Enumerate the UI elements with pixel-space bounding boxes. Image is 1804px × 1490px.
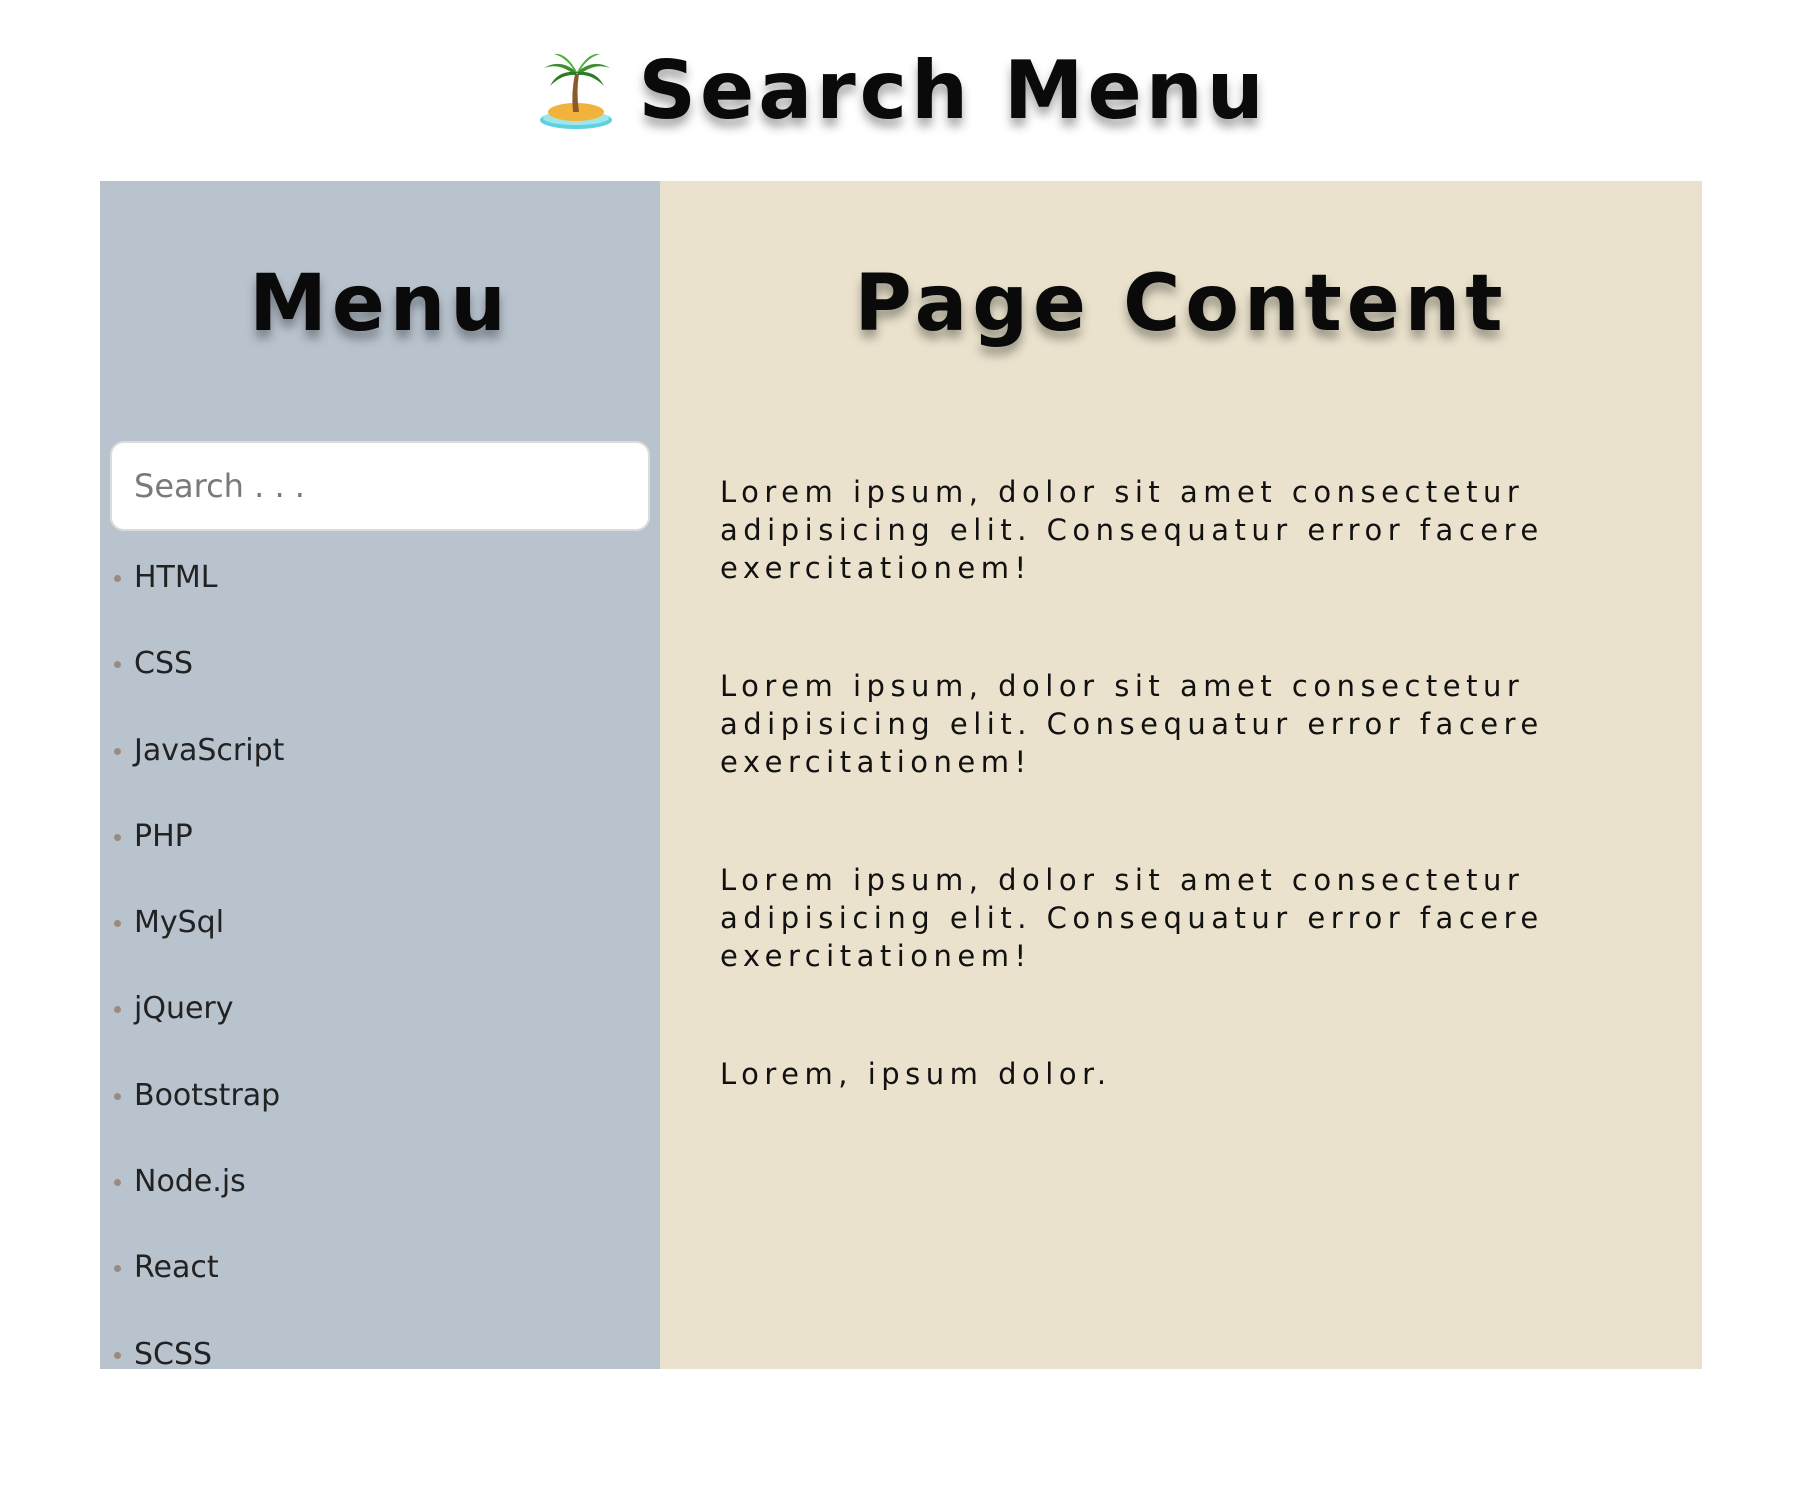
menu-item-php[interactable]: PHP <box>110 794 650 880</box>
island-palm-icon <box>536 48 616 132</box>
search-input[interactable] <box>110 441 650 531</box>
menu-list: HTML CSS JavaScript PHP MySql jQuery Boo… <box>110 535 650 1398</box>
bullet-icon <box>114 1179 121 1187</box>
menu-item-label: CSS <box>134 646 194 682</box>
menu-item-label: JavaScript <box>134 732 285 768</box>
menu-item-javascript[interactable]: JavaScript <box>110 708 650 794</box>
page-content: Page Content Lorem ipsum, dolor sit amet… <box>660 181 1702 1369</box>
bullet-icon <box>114 1092 121 1100</box>
menu-item-jquery[interactable]: jQuery <box>110 966 650 1052</box>
bullet-icon <box>114 833 121 841</box>
menu-item-label: jQuery <box>134 991 234 1027</box>
page-header: Search Menu <box>0 0 1804 180</box>
menu-item-label: Node.js <box>134 1164 246 1200</box>
menu-item-scss[interactable]: SCSS <box>110 1312 650 1398</box>
bullet-icon <box>114 575 121 582</box>
content-paragraph: Lorem, ipsum dolor. <box>720 1057 1112 1091</box>
menu-item-mysql[interactable]: MySql <box>110 880 650 966</box>
bullet-icon <box>114 747 121 755</box>
page-title-text: Search Menu <box>638 43 1268 137</box>
bullet-icon <box>114 1265 121 1273</box>
bullet-icon <box>114 1006 121 1014</box>
bullet-icon <box>114 1351 121 1359</box>
content-paragraph: Lorem ipsum, dolor sit amet consectetur … <box>720 475 1544 585</box>
menu-item-html[interactable]: HTML <box>110 535 650 621</box>
menu-item-label: React <box>134 1250 219 1286</box>
sidebar-heading: Menu <box>249 259 511 349</box>
content-heading: Page Content <box>854 259 1508 349</box>
page-title: Search Menu <box>536 44 1267 137</box>
menu-item-label: PHP <box>134 818 193 854</box>
bullet-icon <box>114 661 121 669</box>
content-paragraph: Lorem ipsum, dolor sit amet consectetur … <box>720 863 1544 973</box>
menu-item-label: MySql <box>134 905 225 941</box>
menu-item-label: Bootstrap <box>134 1077 281 1113</box>
sidebar: Menu HTML CSS JavaScript PHP MySql <box>100 181 660 1372</box>
menu-item-label: HTML <box>134 560 218 595</box>
menu-item-nodejs[interactable]: Node.js <box>110 1139 650 1225</box>
main-layout: Menu HTML CSS JavaScript PHP MySql <box>100 181 1702 1372</box>
content-paragraph: Lorem ipsum, dolor sit amet consectetur … <box>720 669 1544 779</box>
menu-item-label: SCSS <box>134 1336 213 1372</box>
menu-item-react[interactable]: React <box>110 1225 650 1311</box>
menu-item-css[interactable]: CSS <box>110 621 650 707</box>
bullet-icon <box>114 920 121 928</box>
menu-item-bootstrap[interactable]: Bootstrap <box>110 1053 650 1139</box>
